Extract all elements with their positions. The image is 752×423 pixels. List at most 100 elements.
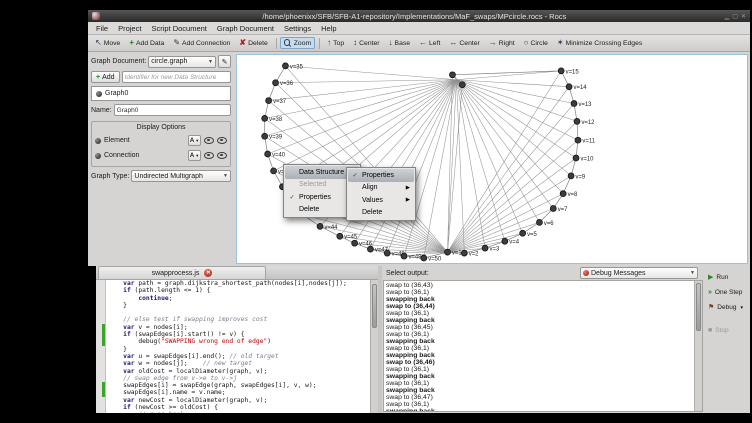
code-editor[interactable]: var path = graph.dijkstra_shortest_path(…	[96, 280, 378, 413]
graph-node[interactable]	[560, 191, 566, 197]
tool-circle[interactable]: ○Circle	[520, 37, 552, 49]
node-label: v=37	[273, 99, 286, 105]
graph-node[interactable]	[262, 133, 268, 139]
debug-button[interactable]: ⚑Debug▼	[706, 303, 748, 312]
toolbar-separator	[319, 38, 320, 49]
graph-node[interactable]	[352, 240, 358, 246]
tool-add-connection[interactable]: ✎Add Connection	[169, 37, 234, 49]
graph-node[interactable]	[566, 84, 572, 90]
element-visibility-eye-icon[interactable]	[204, 137, 214, 144]
graph-type-select[interactable]: Undirected Multigraph ▼	[131, 170, 231, 182]
graph-edge	[424, 80, 457, 258]
menu-project[interactable]: Project	[113, 24, 146, 33]
graph-edge	[448, 104, 575, 253]
graph-node[interactable]	[571, 101, 577, 107]
debug-message: swap to (36,45)	[386, 324, 693, 331]
graph-node[interactable]	[536, 219, 542, 225]
minimize-icon[interactable]: ▁	[725, 13, 730, 20]
graph-node[interactable]	[568, 173, 574, 179]
graph-node[interactable]	[550, 206, 556, 212]
graph-node[interactable]	[266, 98, 272, 104]
element-value-eye-icon[interactable]	[217, 137, 227, 144]
maximize-icon[interactable]: ▢	[732, 13, 738, 20]
code-line: // swap back	[108, 411, 370, 413]
title-bar[interactable]: /home/phoenixx/SFB/SFB-A1-repository/Imp…	[88, 10, 750, 22]
tool-move[interactable]: ↖Move	[91, 37, 124, 49]
code-text[interactable]: var path = graph.dijkstra_shortest_path(…	[106, 280, 370, 413]
edit-document-button[interactable]: ✎	[218, 55, 231, 68]
submenu-item-delete[interactable]: Delete	[348, 207, 414, 220]
name-input[interactable]	[114, 104, 231, 116]
graph-node[interactable]	[384, 250, 390, 256]
graph-node[interactable]	[262, 115, 268, 121]
graph-node[interactable]	[271, 168, 277, 174]
menu-graph-document[interactable]: Graph Document	[212, 24, 279, 33]
graph-canvas[interactable]: v=35v=36v=37v=38v=39v=40v=41v=42v=43v=44…	[236, 54, 748, 264]
script-editor-pane: swapprocess.js ✕ var path = graph.dijkst…	[96, 266, 378, 413]
editor-scrollbar[interactable]	[370, 280, 378, 413]
graph-node[interactable]	[265, 151, 271, 157]
tool-center[interactable]: ↕Center	[349, 37, 383, 49]
add-data-structure-button[interactable]: + Add	[91, 71, 120, 83]
graph-node[interactable]	[575, 137, 581, 143]
graph-node[interactable]	[273, 80, 279, 86]
submenu-item-align[interactable]: Align▶	[348, 182, 414, 195]
tool-delete[interactable]: ✘Delete	[235, 37, 271, 49]
graph-node[interactable]	[574, 118, 580, 124]
code-line: var v = nodes[i];	[108, 324, 370, 331]
graph-document-label: Graph Document:	[91, 58, 146, 65]
graph-node[interactable]	[520, 230, 526, 236]
graph-node[interactable]	[445, 249, 451, 255]
menu-help[interactable]: Help	[316, 24, 341, 33]
node-label: v=7	[558, 207, 568, 213]
connection-name-toggle[interactable]: A▼	[188, 150, 201, 161]
tool-base[interactable]: ↓Base	[385, 37, 415, 49]
tool-zoom[interactable]: Zoom	[280, 37, 315, 49]
connection-value-eye-icon[interactable]	[217, 152, 227, 159]
close-tab-icon[interactable]: ✕	[204, 269, 212, 277]
menu-script-document[interactable]: Script Document	[146, 24, 211, 33]
menu-file[interactable]: File	[91, 24, 113, 33]
submenu-item-values[interactable]: Values▶	[348, 194, 414, 207]
connection-visibility-eye-icon[interactable]	[204, 152, 214, 159]
tool-add-data[interactable]: +Add Data	[125, 37, 168, 49]
debug-output-list[interactable]: swap to (36,43)swap to (36,1)swapping ba…	[383, 280, 703, 412]
graph-node[interactable]	[317, 223, 323, 229]
tool-left[interactable]: ←Left	[415, 37, 444, 49]
tool-center[interactable]: ↔Center	[445, 37, 483, 49]
graph-node[interactable]	[421, 255, 427, 261]
toolbar-separator	[276, 38, 277, 49]
output-type-select[interactable]: Debug Messages ▼	[580, 267, 698, 279]
one-step-button[interactable]: »One Step	[706, 288, 748, 297]
tab-swapprocess-js[interactable]: swapprocess.js ✕	[98, 266, 266, 279]
graph-node[interactable]	[573, 155, 579, 161]
node-icon	[96, 91, 102, 97]
graph-node[interactable]	[282, 63, 288, 69]
graph-node[interactable]	[337, 233, 343, 239]
run-button[interactable]: ▶Run	[706, 273, 748, 282]
graph-edge	[276, 80, 457, 83]
data-structure-tree-item[interactable]: Graph0	[91, 86, 231, 101]
graph-node[interactable]	[502, 238, 508, 244]
output-scrollbar[interactable]	[694, 281, 702, 411]
graph-node[interactable]	[482, 245, 488, 251]
menu-settings[interactable]: Settings	[279, 24, 316, 33]
output-header: Select output: Debug Messages ▼	[382, 266, 704, 280]
gutter-line	[96, 338, 105, 345]
graph-node[interactable]	[558, 68, 564, 74]
tool-top[interactable]: ↑Top	[323, 37, 348, 49]
element-name-toggle[interactable]: A▼	[188, 135, 201, 146]
graph-node[interactable]	[367, 246, 373, 252]
graph-document-select[interactable]: circle.graph ▼	[148, 56, 216, 68]
gutter-line	[96, 287, 105, 294]
submenu-item-properties[interactable]: ✓Properties	[348, 169, 414, 182]
graph-node[interactable]	[401, 253, 407, 259]
close-icon[interactable]: ✕	[741, 13, 746, 20]
graph-node[interactable]	[450, 72, 456, 78]
graph-node[interactable]	[459, 82, 465, 88]
identifier-input[interactable]	[122, 71, 231, 83]
node-label: v=9	[576, 174, 586, 180]
tool-right[interactable]: →Right	[485, 37, 519, 49]
tool-minimize-crossing-edges[interactable]: ✶Minimize Crossing Edges	[553, 37, 646, 49]
graph-node[interactable]	[461, 250, 467, 256]
